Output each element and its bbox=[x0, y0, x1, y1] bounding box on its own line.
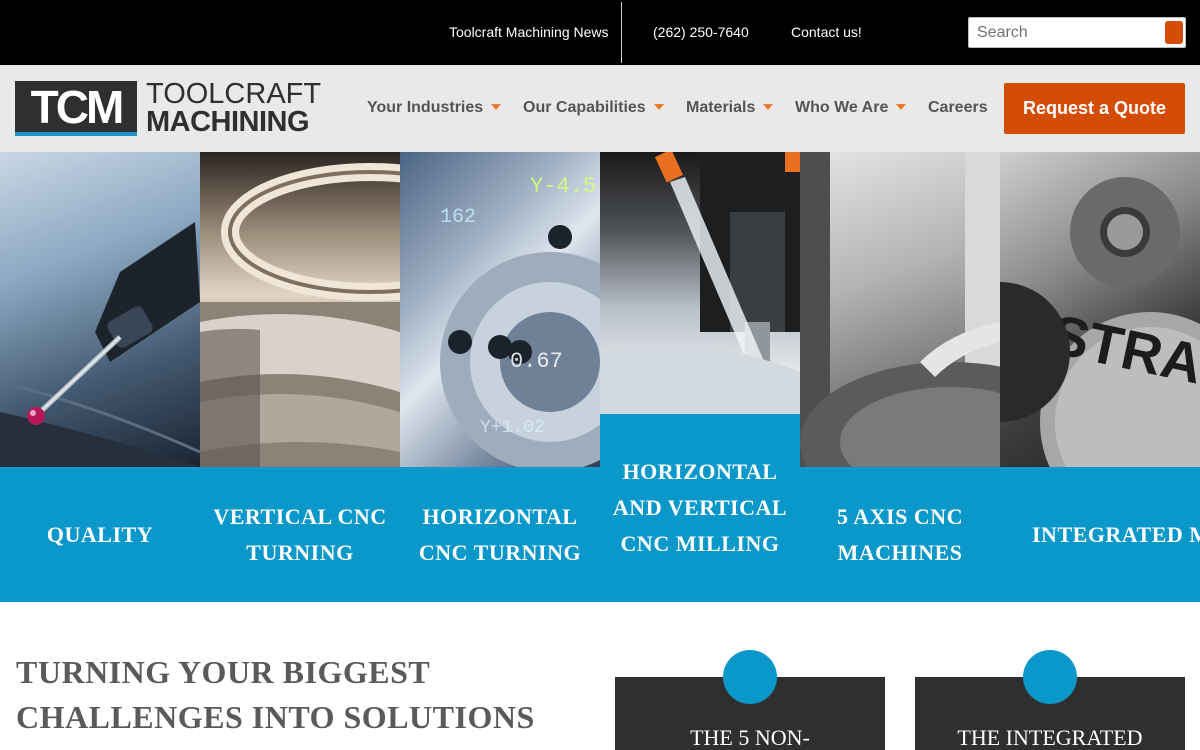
svg-text:Y+1.02: Y+1.02 bbox=[480, 418, 545, 438]
caret-down-icon bbox=[653, 104, 664, 110]
nav-label: Careers bbox=[928, 99, 988, 116]
caret-down-icon bbox=[763, 104, 774, 110]
nav-your-industries[interactable]: Your Industries bbox=[367, 65, 502, 152]
page-title-line2: CHALLENGES INTO SOLUTIONS bbox=[16, 699, 535, 735]
site-logo[interactable]: TCM TOOLCRAFT MACHINING bbox=[15, 78, 321, 138]
page-title: TURNING YOUR BIGGEST CHALLENGES INTO SOL… bbox=[16, 650, 596, 740]
nav-who-we-are[interactable]: Who We Are bbox=[795, 65, 907, 152]
tile-label: 5 AXIS CNC MACHINES bbox=[800, 467, 1000, 602]
tile-horizontal-cnc-turning[interactable]: Y-4.5 162 0.67 Y+1.02 HORIZONTAL CNC TUR… bbox=[400, 152, 600, 602]
search-box bbox=[968, 17, 1186, 48]
topbar-divider bbox=[621, 2, 622, 63]
nav-label: Our Capabilities bbox=[523, 99, 646, 116]
svg-text:Y-4.5: Y-4.5 bbox=[530, 174, 596, 199]
logo-stripe bbox=[15, 132, 137, 136]
main-header: TCM TOOLCRAFT MACHINING Your Industries … bbox=[0, 65, 1200, 152]
news-link[interactable]: Toolcraft Machining News bbox=[449, 0, 609, 65]
page-title-line1: TURNING YOUR BIGGEST bbox=[16, 654, 431, 690]
tile-5-axis-cnc-machines[interactable]: 5 AXIS CNC MACHINES bbox=[800, 152, 1000, 602]
logo-mark-text: TCM bbox=[30, 81, 125, 133]
nav-label: Who We Are bbox=[795, 99, 889, 116]
feature-card-title: THE INTEGRATED bbox=[957, 725, 1143, 750]
strategy-gears-photo: STRA bbox=[1000, 152, 1200, 467]
caret-down-icon bbox=[491, 104, 502, 110]
tile-cnc-milling[interactable]: HORIZONTAL AND VERTICAL CNC MILLING bbox=[600, 152, 800, 602]
five-axis-machine-photo bbox=[800, 152, 1000, 467]
tile-quality[interactable]: QUALITY bbox=[0, 152, 200, 602]
nav-careers[interactable]: Careers bbox=[928, 65, 988, 152]
milling-coolant-photo bbox=[600, 152, 800, 414]
feature-card-title: THE 5 NON- bbox=[690, 725, 810, 750]
logo-mark: TCM bbox=[15, 81, 137, 136]
tile-integrated-manufacturing-solutions[interactable]: STRA INTEGRATED MANUFACTURING SOLUTIONS bbox=[1000, 152, 1200, 602]
tile-vertical-cnc-turning[interactable]: VERTICAL CNC TURNING bbox=[200, 152, 400, 602]
tile-label: HORIZONTAL AND VERTICAL CNC MILLING bbox=[600, 414, 800, 602]
nav-our-capabilities[interactable]: Our Capabilities bbox=[523, 65, 664, 152]
tile-label: VERTICAL CNC TURNING bbox=[200, 467, 400, 602]
nav-label: Materials bbox=[686, 99, 756, 116]
cmm-probe-photo bbox=[0, 152, 200, 467]
tile-label: INTEGRATED MANUFACTURING SOLUTIONS bbox=[1000, 467, 1200, 602]
search-button[interactable] bbox=[1165, 21, 1183, 44]
tile-label: HORIZONTAL CNC TURNING bbox=[400, 467, 600, 602]
top-utility-bar: Toolcraft Machining News (262) 250-7640 … bbox=[0, 0, 1200, 65]
lathe-readout-photo: Y-4.5 162 0.67 Y+1.02 bbox=[400, 152, 600, 467]
tile-label: QUALITY bbox=[0, 467, 200, 602]
nav-label: Your Industries bbox=[367, 99, 484, 116]
nav-materials[interactable]: Materials bbox=[686, 65, 774, 152]
turned-ring-photo bbox=[200, 152, 400, 467]
phone-link[interactable]: (262) 250-7640 bbox=[653, 0, 749, 65]
contact-link[interactable]: Contact us! bbox=[791, 0, 862, 65]
svg-text:162: 162 bbox=[440, 206, 476, 229]
request-quote-button[interactable]: Request a Quote bbox=[1004, 83, 1185, 134]
svg-text:0.67: 0.67 bbox=[510, 349, 563, 374]
caret-down-icon bbox=[896, 104, 907, 110]
search-input[interactable] bbox=[969, 18, 1159, 47]
feature-card-icon bbox=[723, 650, 777, 704]
feature-card-icon bbox=[1023, 650, 1077, 704]
logo-wordmark-line2: MACHINING bbox=[146, 106, 310, 138]
